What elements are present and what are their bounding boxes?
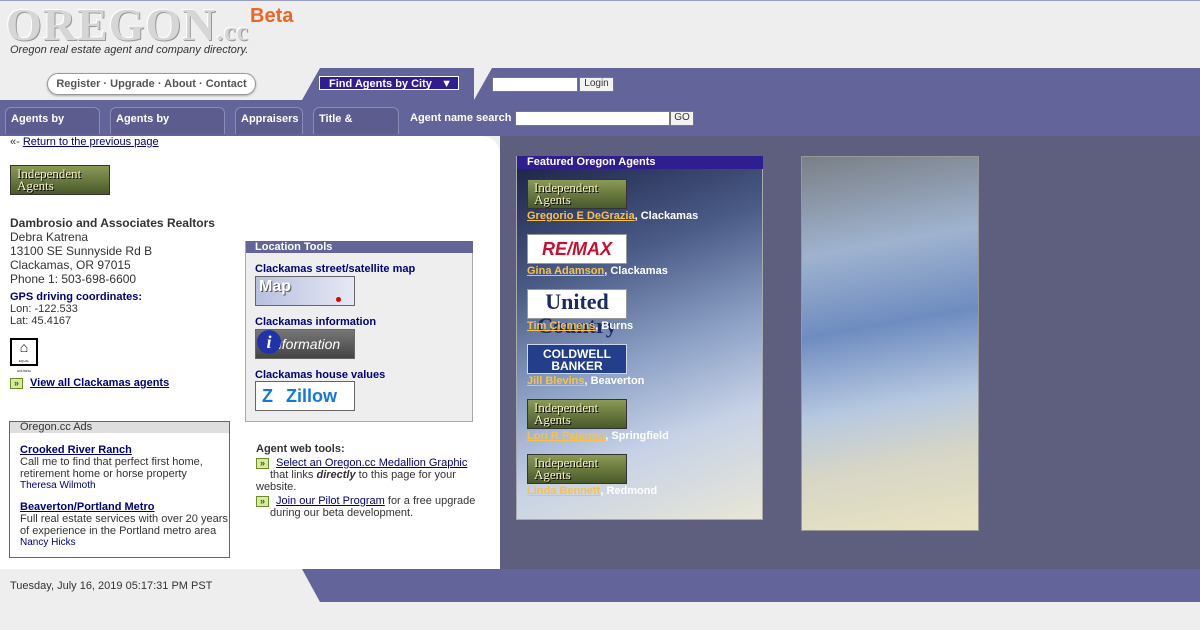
gps-label: GPS driving coordinates: bbox=[10, 291, 143, 303]
ad-title-link[interactable]: Beaverton/Portland Metro bbox=[20, 501, 154, 513]
featured-agent-link[interactable]: Linda Bennett bbox=[527, 485, 600, 497]
ad-author: Nancy Hicks bbox=[20, 537, 76, 548]
featured-agent-line: Gina Adamson, Clackamas bbox=[527, 265, 668, 277]
agent-name: Debra Katrena bbox=[10, 230, 89, 244]
site-tagline: Oregon real estate agent and company dir… bbox=[10, 44, 249, 56]
medallion-text: that links directly to this page for you… bbox=[270, 469, 456, 481]
medallion-text-end: website. bbox=[256, 481, 297, 493]
zillow-logo-icon: Z bbox=[262, 386, 273, 406]
featured-agent-city: , Burns bbox=[595, 320, 634, 332]
featured-agent-line: Jill Blevins, Beaverton bbox=[527, 375, 644, 387]
nav-sep: · bbox=[154, 78, 165, 90]
tab-appraisers[interactable]: Appraisers bbox=[235, 107, 303, 134]
featured-agent-logo[interactable]: United Country bbox=[527, 289, 627, 338]
medallion-text-a: that links bbox=[270, 469, 317, 481]
about-link[interactable]: About bbox=[164, 78, 196, 90]
arrow-right-icon: » bbox=[256, 496, 269, 507]
agent-company-logo: Independent Agents bbox=[10, 165, 110, 195]
arrow-right-icon: » bbox=[256, 458, 269, 469]
featured-agent-logo[interactable]: Independent Agents bbox=[527, 399, 627, 429]
featured-agent-line: Gregorio E DeGrazia, Clackamas bbox=[527, 210, 698, 222]
featured-agent-logo[interactable]: Independent Agents bbox=[527, 179, 627, 209]
location-tools-heading: Location Tools bbox=[246, 241, 473, 253]
featured-agent-link[interactable]: Tim Clemens bbox=[527, 320, 595, 332]
medallion-text-em: directly bbox=[316, 469, 356, 481]
register-link[interactable]: Register bbox=[56, 78, 100, 90]
info-img-text: nformation bbox=[274, 336, 341, 352]
map-link[interactable]: Clackamas street/satellite map bbox=[255, 263, 415, 275]
pilot-line: Join our Pilot Program for a free upgrad… bbox=[276, 495, 475, 507]
eho-text: EQUAL HOUSING bbox=[16, 359, 31, 373]
back-arrow-icon: «- bbox=[10, 136, 23, 148]
back-link[interactable]: Return to the previous page bbox=[23, 136, 159, 148]
ad-text: Call me to find that perfect first home,… bbox=[20, 456, 203, 480]
featured-agent-city: , Beaverton bbox=[584, 375, 645, 387]
house-values-link[interactable]: Clackamas house values bbox=[255, 369, 385, 381]
medallion-link[interactable]: Select an Oregon.cc Medallion Graphic bbox=[276, 457, 467, 469]
pilot-text-b: during our beta development. bbox=[270, 507, 414, 519]
ads-heading: Oregon.cc Ads bbox=[10, 422, 229, 433]
nav-sep: · bbox=[100, 78, 111, 90]
featured-agent-link[interactable]: Jill Blevins bbox=[527, 375, 584, 387]
street-address: 13100 SE Sunnyside Rd B bbox=[10, 244, 153, 258]
info-icon: i bbox=[257, 330, 281, 354]
logo-main: OREGON bbox=[6, 0, 217, 50]
pilot-program-link[interactable]: Join our Pilot Program bbox=[276, 495, 385, 507]
featured-agent-link[interactable]: Lori R Palermo bbox=[527, 430, 605, 442]
featured-agents-heading: Featured Oregon Agents bbox=[517, 156, 763, 169]
logo-suffix: .cc bbox=[216, 17, 250, 46]
featured-agent-link[interactable]: Gina Adamson bbox=[527, 265, 604, 277]
footer-date: Tuesday, July 16, 2019 05:17:31 PM PST bbox=[10, 580, 213, 592]
featured-agent-city: , Clackamas bbox=[604, 265, 668, 277]
tab-agents-by-name[interactable]: Agents by name bbox=[5, 107, 100, 147]
medallion-text-b: to this page for your bbox=[355, 469, 456, 481]
account-nav: Register · Upgrade · About · Contact bbox=[47, 73, 256, 95]
tab-agents-by-company[interactable]: Agents by company bbox=[110, 107, 225, 147]
pilot-text-a: for a free upgrade bbox=[384, 495, 476, 507]
chevron-down-icon: ▼ bbox=[441, 78, 452, 90]
view-all-agents-link[interactable]: View all Clackamas agents bbox=[30, 377, 169, 389]
featured-agent-city: , Clackamas bbox=[634, 210, 699, 222]
featured-agent-line: Tim Clemens, Burns bbox=[527, 320, 633, 332]
upgrade-link[interactable]: Upgrade bbox=[110, 78, 155, 90]
gps-longitude: Lon: -122.533 bbox=[10, 303, 78, 315]
featured-agent-city: , Springfield bbox=[605, 430, 669, 442]
map-pin-icon bbox=[336, 297, 341, 302]
featured-agent-logo[interactable]: Independent Agents bbox=[527, 454, 627, 484]
band-notch bbox=[302, 68, 320, 100]
company-name: Dambrosio and Associates Realtors bbox=[10, 216, 215, 230]
equal-housing-icon: ⌂ EQUAL HOUSING bbox=[10, 338, 38, 373]
city-dropdown-label: Find Agents by City bbox=[329, 78, 432, 90]
phone-number: Phone 1: 503-698-6600 bbox=[10, 272, 137, 286]
featured-agent-line: Linda Bennett, Redmond bbox=[527, 485, 657, 497]
city-state-zip: Clackamas, OR 97015 bbox=[10, 258, 131, 272]
ad-author: Theresa Wilmoth bbox=[20, 480, 96, 491]
featured-agent-link[interactable]: Gregorio E DeGrazia bbox=[527, 210, 635, 222]
featured-agent-logo[interactable]: RE/MAX bbox=[527, 234, 627, 264]
sky-image bbox=[801, 156, 979, 531]
beta-badge: Beta bbox=[250, 5, 294, 27]
arrow-right-icon: » bbox=[10, 378, 23, 389]
tab-title-escrow[interactable]: Title & Escrow bbox=[313, 107, 399, 147]
ad-text: Full real estate services with over 20 y… bbox=[20, 513, 228, 537]
featured-agent-line: Lori R Palermo, Springfield bbox=[527, 430, 669, 442]
agent-search-label: Agent name search bbox=[410, 112, 512, 124]
featured-agent-city: , Redmond bbox=[600, 485, 658, 497]
city-dropdown[interactable]: Find Agents by City ▼ bbox=[319, 76, 459, 90]
nav-sep: · bbox=[195, 78, 206, 90]
featured-agent-logo[interactable]: COLDWELL BANKER bbox=[527, 344, 627, 374]
login-button[interactable]: Login bbox=[579, 77, 614, 92]
search-go-button[interactable]: GO bbox=[670, 111, 694, 126]
contact-link[interactable]: Contact bbox=[206, 78, 247, 90]
web-tools-label: Agent web tools: bbox=[256, 443, 345, 455]
login-input[interactable] bbox=[492, 77, 578, 92]
gps-latitude: Lat: 45.4167 bbox=[10, 315, 72, 327]
ad-title-link[interactable]: Crooked River Ranch bbox=[20, 444, 132, 456]
info-link[interactable]: Clackamas information bbox=[255, 316, 376, 328]
agent-search-input[interactable] bbox=[515, 111, 670, 126]
footer-band bbox=[302, 569, 1200, 602]
back-line: «- Return to the previous page bbox=[10, 136, 159, 148]
